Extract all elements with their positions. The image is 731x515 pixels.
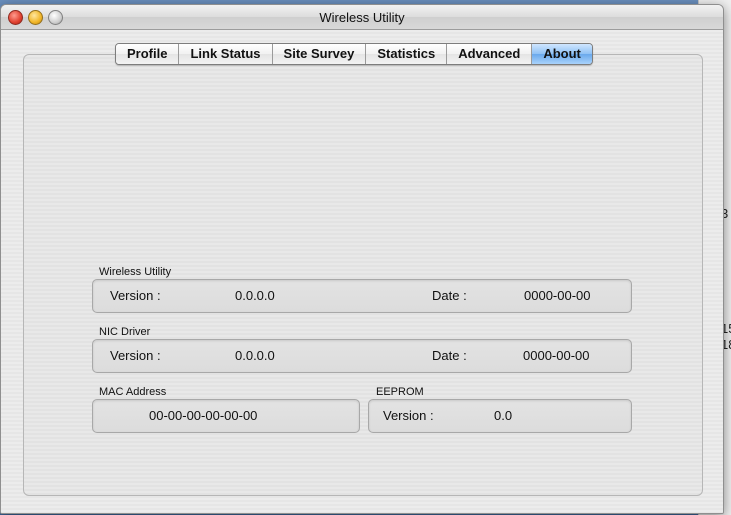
window-title: Wireless Utility: [319, 10, 405, 25]
wireless-utility-version-label: Version :: [110, 288, 161, 303]
eeprom-version-value: 0.0: [494, 408, 513, 423]
tab-statistics[interactable]: Statistics: [366, 44, 448, 64]
wireless-utility-window: Wireless Utility Profile Link Status Sit…: [0, 4, 724, 514]
tab-profile[interactable]: Profile: [116, 44, 180, 64]
nic-driver-version-label: Version :: [110, 348, 161, 363]
tab-bar: Profile Link Status Site Survey Statisti…: [115, 43, 593, 65]
tab-advanced[interactable]: Advanced: [447, 44, 533, 64]
nic-driver-group-label: NIC Driver: [99, 326, 151, 338]
nic-driver-date-label: Date :: [432, 348, 467, 363]
wireless-utility-box: Version : 0.0.0.0 Date : 0000-00-00: [92, 279, 632, 313]
tab-link-status[interactable]: Link Status: [179, 44, 273, 64]
title-bar[interactable]: Wireless Utility: [1, 5, 723, 30]
nic-driver-date-value: 0000-00-00: [523, 348, 590, 363]
tab-site-survey[interactable]: Site Survey: [272, 44, 367, 64]
eeprom-box: Version : 0.0: [368, 399, 632, 433]
mac-address-box: 00-00-00-00-00-00: [92, 399, 360, 433]
wireless-utility-date-value: 0000-00-00: [524, 288, 591, 303]
nic-driver-box: Version : 0.0.0.0 Date : 0000-00-00: [92, 339, 632, 373]
wireless-utility-version-value: 0.0.0.0: [235, 288, 275, 303]
eeprom-version-label: Version :: [383, 408, 434, 423]
mac-address-group-label: MAC Address: [99, 386, 167, 398]
wireless-utility-group-label: Wireless Utility: [99, 266, 172, 278]
window-content: Profile Link Status Site Survey Statisti…: [1, 30, 723, 513]
mac-address-value: 00-00-00-00-00-00: [149, 408, 258, 423]
wireless-utility-date-label: Date :: [432, 288, 467, 303]
tab-about[interactable]: About: [532, 44, 592, 64]
eeprom-group-label: EEPROM: [376, 386, 424, 398]
nic-driver-version-value: 0.0.0.0: [235, 348, 275, 363]
